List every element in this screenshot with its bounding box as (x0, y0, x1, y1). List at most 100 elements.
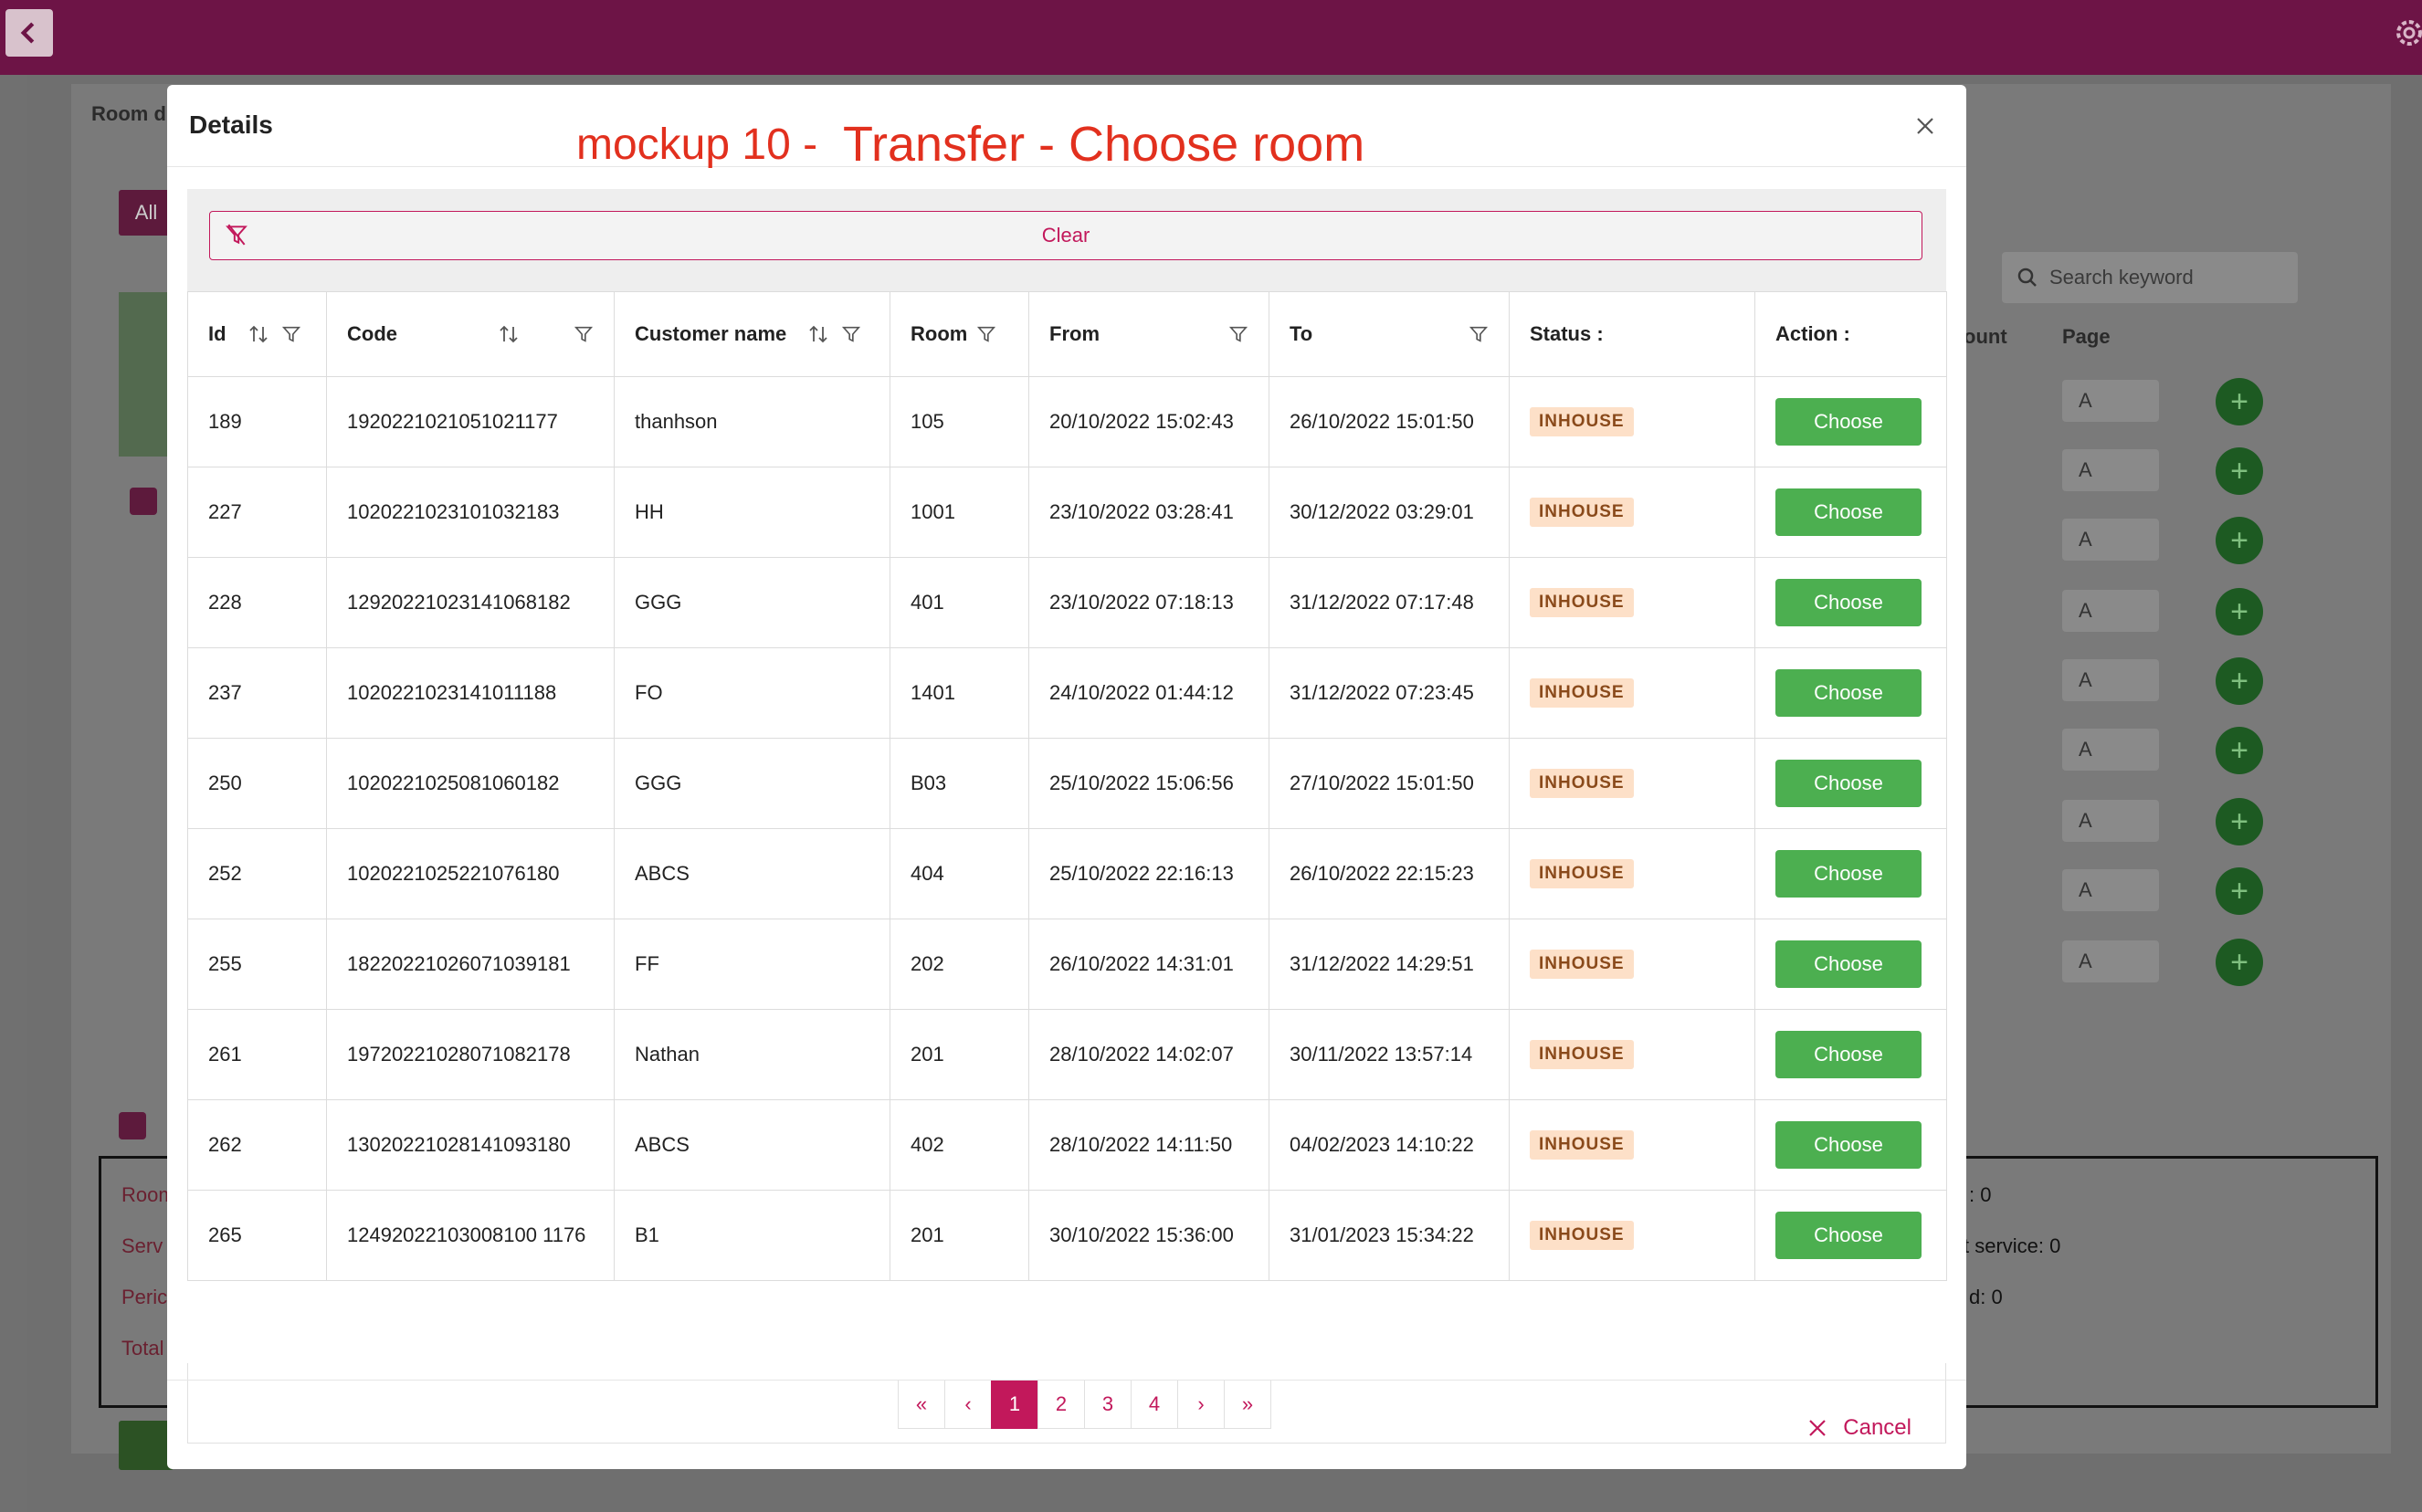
choose-button[interactable]: Choose (1775, 850, 1922, 898)
add-icon[interactable]: + (2216, 867, 2263, 915)
choose-button[interactable]: Choose (1775, 1031, 1922, 1078)
filter-icon[interactable] (1469, 323, 1489, 345)
cell-action: Choose (1754, 828, 1947, 919)
column-amount: ount (1964, 325, 2007, 348)
cell-id: 237 (187, 647, 327, 739)
add-icon[interactable]: + (2216, 447, 2263, 495)
choose-button[interactable]: Choose (1775, 1212, 1922, 1259)
page-select[interactable]: A (2062, 940, 2159, 982)
cell-room: B03 (890, 738, 1029, 829)
cell-room: 202 (890, 919, 1029, 1010)
cell-room: 201 (890, 1009, 1029, 1100)
column-code: Code (326, 291, 615, 377)
summary-label: Total (121, 1337, 164, 1360)
filter-icon[interactable] (1228, 323, 1248, 345)
gear-icon[interactable] (2385, 15, 2422, 51)
cell-code: 13020221028141093180 (326, 1099, 615, 1191)
checkbox[interactable] (119, 1112, 146, 1139)
status-badge: INHOUSE (1530, 1040, 1634, 1069)
close-icon[interactable] (1911, 112, 1939, 140)
cell-from: 23/10/2022 03:28:41 (1028, 467, 1269, 558)
back-button[interactable] (5, 9, 53, 57)
cell-status: INHOUSE (1509, 557, 1755, 648)
cell-room: 105 (890, 376, 1029, 467)
choose-button[interactable]: Choose (1775, 1121, 1922, 1169)
column-customer: Customer name (614, 291, 890, 377)
cell-action: Choose (1754, 738, 1947, 829)
checkbox[interactable] (130, 488, 157, 515)
cell-status: INHOUSE (1509, 647, 1755, 739)
page-select[interactable]: A (2062, 519, 2159, 561)
cell-customer: Nathan (614, 1009, 890, 1100)
cell-id: 228 (187, 557, 327, 648)
cell-to: 31/12/2022 07:17:48 (1269, 557, 1510, 648)
cell-status: INHOUSE (1509, 828, 1755, 919)
confirm-button[interactable] (119, 1421, 174, 1470)
add-icon[interactable]: + (2216, 517, 2263, 564)
sort-icon[interactable] (808, 323, 828, 345)
room-label: Room d (91, 102, 166, 125)
page-select[interactable]: A (2062, 380, 2159, 422)
filter-icon[interactable] (281, 323, 301, 345)
choose-button[interactable]: Choose (1775, 398, 1922, 446)
cell-status: INHOUSE (1509, 1099, 1755, 1191)
choose-button[interactable]: Choose (1775, 760, 1922, 807)
page-select[interactable]: A (2062, 800, 2159, 842)
sort-icon[interactable] (248, 323, 269, 345)
summary-value: t service: 0 (1964, 1234, 2061, 1257)
page-select[interactable]: A (2062, 869, 2159, 911)
status-badge: INHOUSE (1530, 678, 1634, 708)
choose-button[interactable]: Choose (1775, 669, 1922, 717)
add-icon[interactable]: + (2216, 378, 2263, 425)
modal-body: Clear Id Code Customer name Room From To… (187, 189, 1947, 1444)
cell-from: 20/10/2022 15:02:43 (1028, 376, 1269, 467)
cell-status: INHOUSE (1509, 467, 1755, 558)
page-select[interactable]: A (2062, 729, 2159, 771)
cell-id: 252 (187, 828, 327, 919)
choose-button[interactable]: Choose (1775, 488, 1922, 536)
add-icon[interactable]: + (2216, 588, 2263, 635)
page-select[interactable]: A (2062, 449, 2159, 491)
cell-customer: thanhson (614, 376, 890, 467)
filter-icon[interactable] (841, 323, 861, 345)
cell-from: 28/10/2022 14:02:07 (1028, 1009, 1269, 1100)
column-status: Status : (1509, 291, 1755, 377)
add-icon[interactable]: + (2216, 727, 2263, 774)
choose-button[interactable]: Choose (1775, 940, 1922, 988)
cancel-button[interactable]: Cancel (1808, 1415, 1911, 1441)
cell-id: 261 (187, 1009, 327, 1100)
filter-all-button[interactable]: All (119, 190, 174, 236)
cell-from: 26/10/2022 14:31:01 (1028, 919, 1269, 1010)
cell-id: 255 (187, 919, 327, 1010)
reservations-table: Id Code Customer name Room From To Statu… (187, 291, 1947, 1281)
status-badge: INHOUSE (1530, 1221, 1634, 1250)
page-select[interactable]: A (2062, 590, 2159, 632)
clear-filters-button[interactable]: Clear (209, 211, 1922, 260)
add-icon[interactable]: + (2216, 798, 2263, 845)
table-header-row: Id Code Customer name Room From To Statu… (187, 291, 1947, 377)
search-input[interactable]: Search keyword (2002, 252, 2298, 303)
cell-action: Choose (1754, 1009, 1947, 1100)
sort-icon[interactable] (499, 323, 519, 345)
search-icon (2017, 268, 2037, 287)
filter-icon[interactable] (574, 323, 594, 345)
table-row: 227 1020221023101032183 HH 1001 23/10/2022 0… (187, 467, 1947, 558)
cell-code: 1920221021051021177 (326, 376, 615, 467)
add-icon[interactable]: + (2216, 939, 2263, 986)
cell-to: 27/10/2022 15:01:50 (1269, 738, 1510, 829)
cell-from: 24/10/2022 01:44:12 (1028, 647, 1269, 739)
add-icon[interactable]: + (2216, 657, 2263, 705)
cell-room: 201 (890, 1190, 1029, 1281)
table-row: 189 1920221021051021177 thanhson 105 20/10/2… (187, 376, 1947, 467)
status-badge: INHOUSE (1530, 1130, 1634, 1160)
table-row: 250 1020221025081060182 GGG B03 25/10/2022 1… (187, 738, 1947, 829)
cell-customer: ABCS (614, 1099, 890, 1191)
page-select[interactable]: A (2062, 659, 2159, 701)
filter-icon[interactable] (976, 323, 996, 345)
cell-action: Choose (1754, 376, 1947, 467)
status-badge: INHOUSE (1530, 498, 1634, 527)
cell-code: 1020221025081060182 (326, 738, 615, 829)
green-block (119, 292, 174, 457)
cell-action: Choose (1754, 1190, 1947, 1281)
choose-button[interactable]: Choose (1775, 579, 1922, 626)
